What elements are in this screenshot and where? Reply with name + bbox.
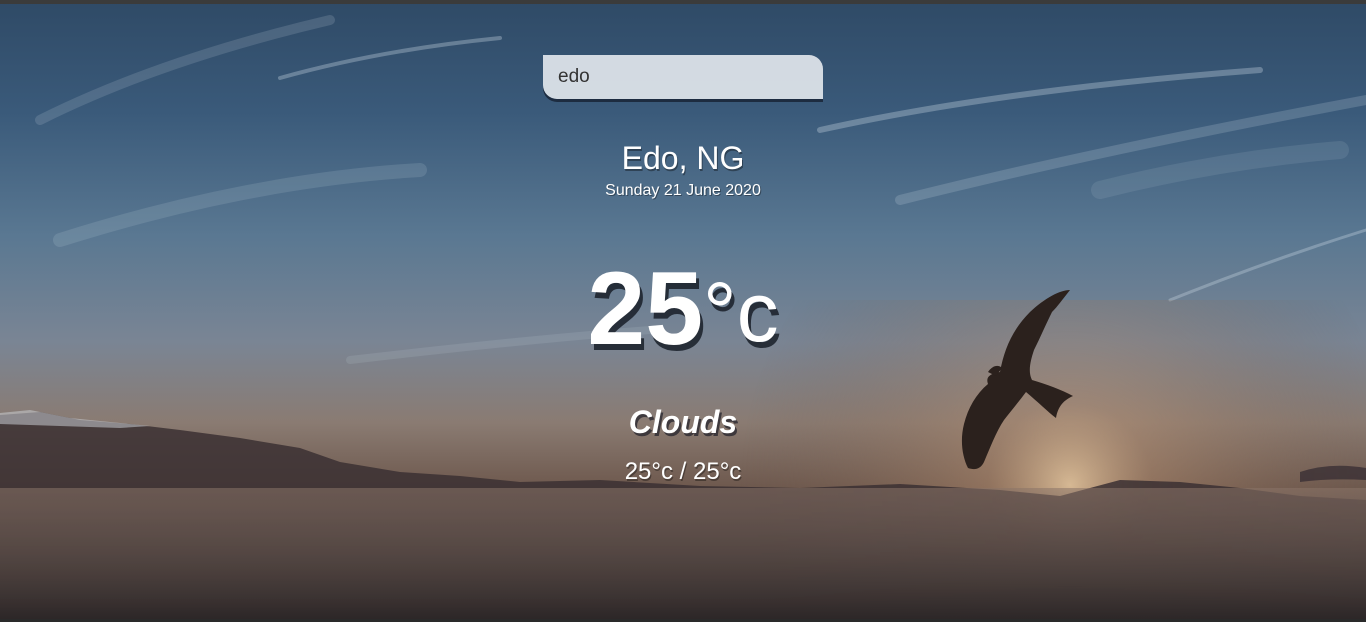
location-name: Edo, NG: [621, 140, 745, 176]
hi-low-temperature: 25°c / 25°c: [624, 458, 742, 485]
temperature-display: 25°c: [0, 250, 1366, 369]
weather-app-screen: Edo, NG Sunday 21 June 2020 25°c Clouds …: [0, 0, 1366, 622]
current-date: Sunday 21 June 2020: [605, 182, 761, 199]
weather-condition: Clouds: [628, 404, 738, 440]
temperature-unit: °c: [703, 265, 779, 359]
temperature-value: 25: [587, 251, 704, 367]
search-input[interactable]: [543, 55, 823, 99]
